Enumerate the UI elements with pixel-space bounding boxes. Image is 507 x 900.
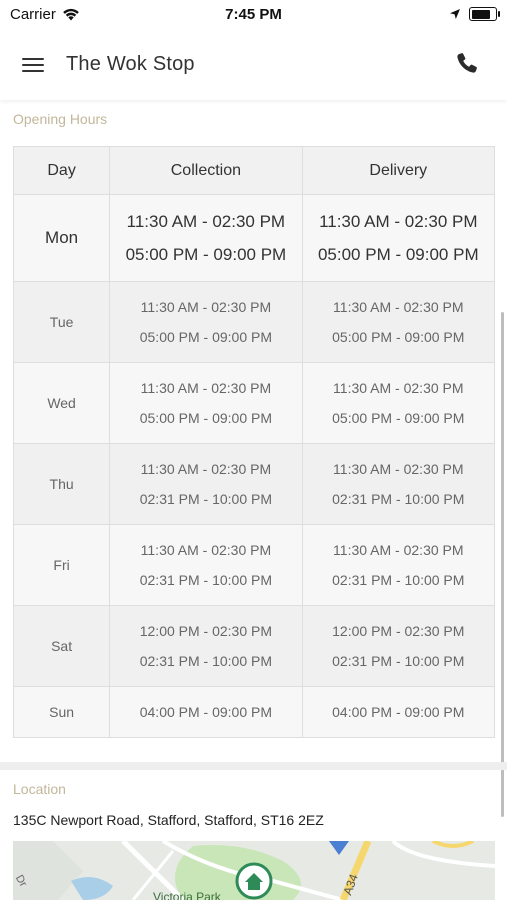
- day-cell: Mon: [12, 194, 111, 282]
- day-cell: Thu: [12, 443, 111, 525]
- table-row: Fri 11:30 AM - 02:30 PM 02:31 PM - 10:00…: [12, 524, 496, 606]
- time-range: 11:30 AM - 02:30 PM: [140, 380, 272, 396]
- time-range: 02:31 PM - 10:00 PM: [139, 572, 273, 588]
- time-range: 02:31 PM - 10:00 PM: [139, 653, 273, 669]
- time-range: 02:31 PM - 10:00 PM: [332, 491, 465, 507]
- table-row: Thu 11:30 AM - 02:30 PM 02:31 PM - 10:00…: [12, 443, 496, 525]
- collection-times-cell: 04:00 PM - 09:00 PM: [109, 686, 303, 738]
- table-header-row: Day Collection Delivery: [12, 146, 496, 195]
- day-cell: Sun: [12, 686, 111, 738]
- time-range: 12:00 PM - 02:30 PM: [332, 623, 465, 639]
- time-range: 05:00 PM - 09:00 PM: [139, 410, 273, 426]
- hamburger-icon-line: [22, 58, 44, 60]
- collection-times-cell: 12:00 PM - 02:30 PM 02:31 PM - 10:00 PM: [109, 605, 303, 687]
- time-range: 11:30 AM - 02:30 PM: [333, 542, 464, 558]
- table-row: Mon 11:30 AM - 02:30 PM 05:00 PM - 09:00…: [12, 194, 496, 282]
- location-map[interactable]: Victoria Park A34 Dr: [13, 841, 495, 900]
- phone-icon: [457, 53, 477, 73]
- delivery-times-cell: 04:00 PM - 09:00 PM: [301, 686, 496, 738]
- time-range: 11:30 AM - 02:30 PM: [319, 212, 478, 231]
- status-bar: Carrier 7:45 PM: [0, 0, 507, 28]
- status-time: 7:45 PM: [225, 5, 282, 23]
- battery-level: [471, 9, 491, 19]
- section-divider: [0, 762, 507, 770]
- collection-times-cell: 11:30 AM - 02:30 PM 02:31 PM - 10:00 PM: [109, 524, 303, 606]
- collection-times-cell: 11:30 AM - 02:30 PM 05:00 PM - 09:00 PM: [109, 281, 303, 363]
- time-range: 11:30 AM - 02:30 PM: [140, 461, 272, 477]
- opening-hours-table: Day Collection Delivery Mon 11:30 AM - 0…: [12, 146, 496, 738]
- time-range: 02:31 PM - 10:00 PM: [332, 653, 465, 669]
- time-range: 05:00 PM - 09:00 PM: [332, 329, 465, 345]
- time-range: 11:30 AM - 02:30 PM: [333, 461, 464, 477]
- table-row: Sun 04:00 PM - 09:00 PM 04:00 PM - 09:00…: [12, 686, 496, 738]
- time-range: 04:00 PM - 09:00 PM: [139, 704, 273, 720]
- table-row: Tue 11:30 AM - 02:30 PM 05:00 PM - 09:00…: [12, 281, 496, 363]
- map-label-park: Victoria Park: [153, 890, 222, 900]
- time-range: 11:30 AM - 02:30 PM: [333, 299, 464, 315]
- collection-times-cell: 11:30 AM - 02:30 PM 05:00 PM - 09:00 PM: [109, 362, 303, 444]
- time-range: 02:31 PM - 10:00 PM: [139, 491, 273, 507]
- menu-button[interactable]: [22, 55, 46, 73]
- time-range: 11:30 AM - 02:30 PM: [333, 380, 464, 396]
- collection-column-header: Collection: [109, 146, 303, 195]
- page-title: The Wok Stop: [66, 52, 195, 75]
- time-range: 04:00 PM - 09:00 PM: [332, 704, 465, 720]
- delivery-times-cell: 11:30 AM - 02:30 PM 05:00 PM - 09:00 PM: [301, 194, 496, 282]
- time-range: 05:00 PM - 09:00 PM: [125, 245, 287, 264]
- time-range: 05:00 PM - 09:00 PM: [139, 329, 273, 345]
- delivery-times-cell: 11:30 AM - 02:30 PM 02:31 PM - 10:00 PM: [301, 443, 496, 525]
- delivery-times-cell: 11:30 AM - 02:30 PM 05:00 PM - 09:00 PM: [301, 281, 496, 363]
- delivery-times-cell: 12:00 PM - 02:30 PM 02:31 PM - 10:00 PM: [301, 605, 496, 687]
- collection-times-cell: 11:30 AM - 02:30 PM 02:31 PM - 10:00 PM: [109, 443, 303, 525]
- time-range: 11:30 AM - 02:30 PM: [126, 212, 286, 231]
- time-range: 11:30 AM - 02:30 PM: [140, 542, 272, 558]
- scrollbar[interactable]: [501, 312, 504, 817]
- day-cell: Tue: [12, 281, 111, 363]
- day-cell: Fri: [12, 524, 111, 606]
- time-range: 12:00 PM - 02:30 PM: [139, 623, 273, 639]
- delivery-times-cell: 11:30 AM - 02:30 PM 05:00 PM - 09:00 PM: [301, 362, 496, 444]
- time-range: 02:31 PM - 10:00 PM: [332, 572, 465, 588]
- location-label: Location: [13, 781, 66, 797]
- time-range: 11:30 AM - 02:30 PM: [140, 299, 272, 315]
- collection-times-cell: 11:30 AM - 02:30 PM 05:00 PM - 09:00 PM: [109, 194, 303, 282]
- app-header: The Wok Stop: [0, 28, 507, 100]
- delivery-column-header: Delivery: [301, 146, 496, 195]
- battery-icon: [469, 7, 500, 21]
- time-range: 05:00 PM - 09:00 PM: [317, 245, 479, 264]
- day-cell: Sat: [12, 605, 111, 687]
- call-button[interactable]: [455, 51, 481, 77]
- time-range: 05:00 PM - 09:00 PM: [332, 410, 465, 426]
- table-row: Sat 12:00 PM - 02:30 PM 02:31 PM - 10:00…: [12, 605, 496, 687]
- location-address: 135C Newport Road, Stafford, Stafford, S…: [13, 812, 324, 828]
- table-row: Wed 11:30 AM - 02:30 PM 05:00 PM - 09:00…: [12, 362, 496, 444]
- delivery-times-cell: 11:30 AM - 02:30 PM 02:31 PM - 10:00 PM: [301, 524, 496, 606]
- hamburger-icon-line: [22, 64, 44, 66]
- opening-hours-label: Opening Hours: [13, 111, 108, 127]
- day-column-header: Day: [12, 146, 111, 195]
- hamburger-icon-line: [22, 70, 44, 72]
- day-cell: Wed: [12, 362, 111, 444]
- home-pin-icon: [235, 862, 273, 900]
- map-canvas: Victoria Park A34 Dr: [13, 841, 495, 900]
